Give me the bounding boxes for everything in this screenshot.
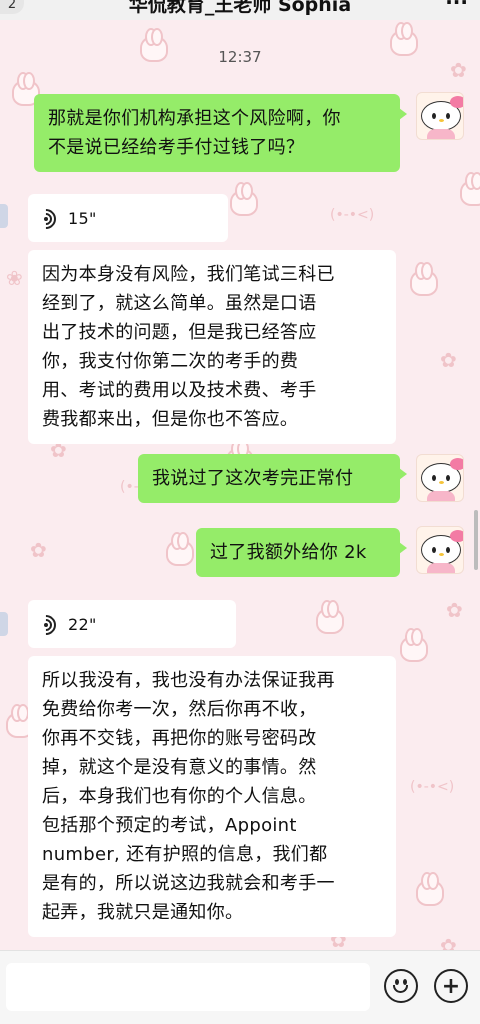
chat-header: 2 华侃教育_王老师 Sophia ··· bbox=[0, 0, 480, 20]
kitty-icon bbox=[421, 530, 463, 565]
voice-wave-icon bbox=[31, 204, 61, 233]
scrollbar[interactable] bbox=[474, 510, 478, 570]
bunny-decoration bbox=[410, 262, 438, 296]
message-text-line: 起弄，我就只是通知你。 bbox=[42, 902, 244, 923]
input-bar: + bbox=[0, 950, 480, 1024]
kitty-icon bbox=[421, 458, 463, 493]
message-text-line: 过了我额外给你 2k bbox=[210, 542, 367, 563]
flower-decoration: (•-•<) bbox=[330, 207, 375, 223]
my-avatar[interactable] bbox=[416, 454, 464, 502]
incoming-message[interactable]: 所以我没有，我也没有办法保证我再 免费给你考一次，然后你再不收， 你再不交钱，再… bbox=[28, 656, 396, 937]
chat-title: 华侃教育_王老师 Sophia bbox=[128, 0, 352, 16]
bunny-decoration bbox=[416, 872, 444, 906]
add-attachment-button[interactable]: + bbox=[434, 969, 468, 1003]
bunny-decoration bbox=[230, 182, 258, 216]
message-text-line: 免费给你考一次，然后你再不收， bbox=[42, 699, 317, 720]
message-text-line: 不是说已经给考手付过钱了吗？ bbox=[48, 137, 305, 158]
message-text-line: 出了技术的问题，但是我已经答应 bbox=[42, 322, 317, 343]
message-text-line: 那就是你们机构承担这个风险啊，你 bbox=[48, 108, 341, 129]
plus-icon: + bbox=[441, 973, 461, 999]
flower-decoration: ✿ bbox=[30, 538, 47, 562]
message-text-line: 经到了，就这么简单。虽然是口语 bbox=[42, 293, 317, 314]
flower-decoration: ✿ bbox=[446, 598, 463, 622]
emoji-button[interactable] bbox=[384, 969, 418, 1003]
message-text-line: 后，本身我们也有你的个人信息。 bbox=[42, 786, 317, 807]
outgoing-message[interactable]: 那就是你们机构承担这个风险啊，你 不是说已经给考手付过钱了吗？ bbox=[34, 94, 407, 172]
contact-avatar-edge[interactable] bbox=[0, 204, 8, 228]
bunny-decoration bbox=[460, 172, 480, 206]
flower-decoration: ✿ bbox=[440, 348, 457, 372]
voice-duration: 22" bbox=[68, 615, 97, 634]
kitty-icon bbox=[421, 96, 463, 131]
incoming-message[interactable]: 因为本身没有风险，我们笔试三科已 经到了，就这么简单。虽然是口语 出了技术的问题… bbox=[28, 250, 396, 444]
outgoing-message[interactable]: 我说过了这次考完正常付 bbox=[138, 454, 407, 503]
flower-decoration: ❀ bbox=[6, 266, 23, 290]
voice-wave-icon bbox=[31, 610, 61, 639]
message-text-line: 是有的，所以说这边我就会和考手一 bbox=[42, 873, 335, 894]
message-text-line: 你，我支付你第二次的考手的费 bbox=[42, 351, 299, 372]
message-text-line: 所以我没有，我也没有办法保证我再 bbox=[42, 670, 335, 691]
contact-avatar-edge[interactable] bbox=[0, 612, 8, 636]
message-timestamp: 12:37 bbox=[218, 48, 262, 66]
more-options-button[interactable]: ··· bbox=[445, 0, 468, 14]
message-text-line: number, 还有护照的信息，我们都 bbox=[42, 844, 328, 865]
message-text-line: 用、考试的费用以及技术费、考手 bbox=[42, 380, 317, 401]
message-text-line: 因为本身没有风险，我们笔试三科已 bbox=[42, 264, 335, 285]
bunny-decoration bbox=[166, 532, 194, 566]
message-input[interactable] bbox=[6, 963, 370, 1011]
bunny-decoration bbox=[316, 600, 344, 634]
my-avatar[interactable] bbox=[416, 92, 464, 140]
message-text-line: 你再不交钱，再把你的账号密码改 bbox=[42, 728, 317, 749]
flower-decoration: (•-•<) bbox=[410, 779, 455, 795]
voice-duration: 15" bbox=[68, 209, 97, 228]
voice-message[interactable]: 22" bbox=[28, 600, 236, 648]
voice-message[interactable]: 15" bbox=[28, 194, 228, 242]
my-avatar[interactable] bbox=[416, 526, 464, 574]
message-text-line: 掉，就这个是没有意义的事情。然 bbox=[42, 757, 317, 778]
outgoing-message[interactable]: 过了我额外给你 2k bbox=[196, 528, 407, 577]
bunny-decoration bbox=[400, 628, 428, 662]
message-text-line: 我说过了这次考完正常付 bbox=[152, 468, 354, 489]
message-text-line: 包括那个预定的考试，Appoint bbox=[42, 815, 297, 836]
message-text-line: 费我都来出，但是你也不答应。 bbox=[42, 409, 299, 430]
